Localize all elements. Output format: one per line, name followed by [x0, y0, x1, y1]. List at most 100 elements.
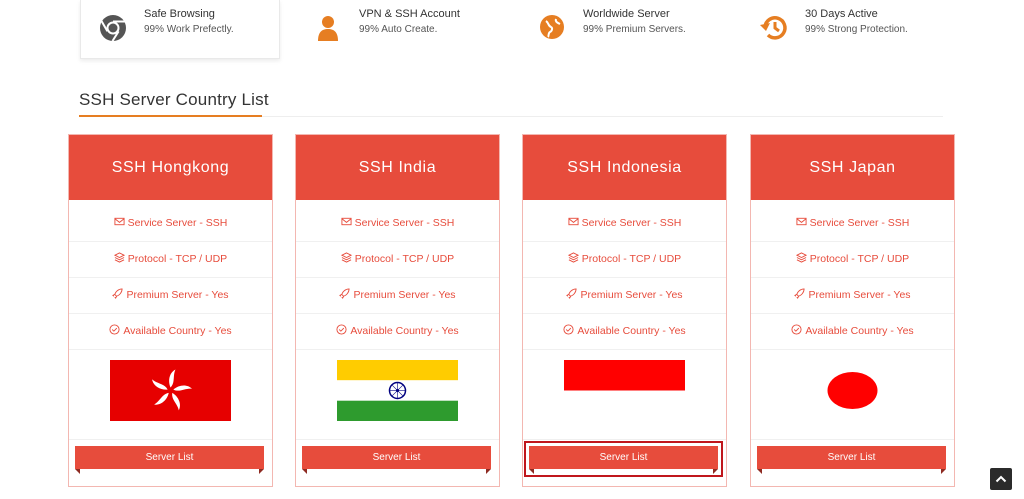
card-row-label: Service Server - SSH [127, 217, 228, 229]
feature-subtitle: 99% Work Prefectly. [144, 24, 234, 35]
layers-icon [795, 252, 807, 263]
card-row-service: Service Server - SSH [751, 206, 954, 242]
server-card-japan: SSH Japan Service Server - SSH Protocol … [750, 134, 955, 487]
rocket-icon [112, 288, 123, 299]
japan-flag-icon [792, 360, 913, 421]
envelope-icon [796, 217, 807, 226]
rocket-icon [566, 288, 577, 299]
features-strip: Safe Browsing 99% Work Prefectly. VPN & … [80, 0, 942, 59]
flag-container [296, 359, 499, 440]
card-row-label: Protocol - TCP / UDP [127, 253, 228, 265]
card-title: SSH India [358, 159, 437, 176]
card-row-service: Service Server - SSH [69, 206, 272, 242]
server-list-button-focus-outline [524, 441, 723, 477]
layers-icon [567, 252, 579, 263]
server-list-button-label: Server List [145, 452, 194, 463]
card-row-service: Service Server - SSH [296, 206, 499, 242]
india-flag-icon [337, 360, 458, 421]
card-row-label: Available Country - Yes [805, 325, 914, 337]
chrome-icon [100, 15, 126, 42]
history-icon [760, 16, 787, 40]
ribbon-fold-right [941, 469, 946, 474]
hongkong-flag-icon [110, 360, 231, 421]
card-row-premium: Premium Server - Yes [751, 278, 954, 314]
chevron-up-icon [995, 475, 1007, 483]
section-title-underline [79, 115, 262, 117]
card-row-label: Service Server - SSH [809, 217, 910, 229]
feature-subtitle: 99% Premium Servers. [583, 24, 686, 35]
feature-title: VPN & SSH Account [359, 8, 460, 20]
card-row-label: Protocol - TCP / UDP [354, 253, 455, 265]
card-row-service: Service Server - SSH [523, 206, 726, 242]
feature-vpn-ssh: VPN & SSH Account 99% Auto Create. [296, 0, 496, 58]
rocket-icon [339, 288, 350, 299]
card-row-protocol: Protocol - TCP / UDP [69, 242, 272, 278]
feature-title: Safe Browsing [144, 8, 215, 20]
feature-worldwide: Worldwide Server 99% Premium Servers. [520, 0, 720, 58]
server-card-hongkong: SSH Hongkong Service Server - SSH Protoc… [68, 134, 273, 487]
check-circle-icon [109, 324, 120, 335]
ribbon-fold-left [75, 469, 80, 474]
globe-icon [540, 15, 564, 39]
flag-container [751, 359, 954, 440]
card-row-protocol: Protocol - TCP / UDP [296, 242, 499, 278]
check-circle-icon [563, 324, 574, 335]
section-title: SSH Server Country List [79, 90, 269, 109]
card-row-label: Service Server - SSH [354, 217, 455, 229]
layers-icon [340, 252, 352, 263]
card-title: SSH Indonesia [567, 159, 682, 176]
feature-subtitle: 99% Strong Protection. [805, 24, 908, 35]
feature-30-days: 30 Days Active 99% Strong Protection. [742, 0, 942, 58]
feature-safe-browsing: Safe Browsing 99% Work Prefectly. [80, 0, 280, 59]
indonesia-flag-icon [564, 360, 685, 421]
ribbon-fold-right [259, 469, 264, 474]
feature-subtitle: 99% Auto Create. [359, 24, 438, 35]
server-list-button[interactable]: Server List [75, 446, 264, 474]
card-row-label: Premium Server - Yes [353, 289, 456, 301]
server-list-button[interactable]: Server List [302, 446, 491, 474]
envelope-icon [114, 217, 125, 226]
card-row-available: Available Country - Yes [751, 314, 954, 350]
flag-container [523, 359, 726, 440]
feature-title: Worldwide Server [583, 8, 670, 20]
server-list-button-label: Server List [827, 452, 876, 463]
card-header: SSH Indonesia [523, 135, 726, 200]
card-row-available: Available Country - Yes [69, 314, 272, 350]
card-row-label: Service Server - SSH [581, 217, 682, 229]
card-header: SSH India [296, 135, 499, 200]
card-header: SSH Japan [751, 135, 954, 200]
flag-container [69, 359, 272, 440]
card-row-available: Available Country - Yes [523, 314, 726, 350]
card-row-label: Available Country - Yes [123, 325, 232, 337]
envelope-icon [341, 217, 352, 226]
card-row-label: Premium Server - Yes [808, 289, 911, 301]
ribbon-fold-left [757, 469, 762, 474]
check-circle-icon [791, 324, 802, 335]
card-row-label: Available Country - Yes [577, 325, 686, 337]
card-row-label: Premium Server - Yes [580, 289, 683, 301]
rocket-icon [794, 288, 805, 299]
layers-icon [113, 252, 125, 263]
card-row-label: Available Country - Yes [350, 325, 459, 337]
card-row-premium: Premium Server - Yes [296, 278, 499, 314]
card-title: SSH Hongkong [111, 159, 230, 176]
ribbon-fold-left [302, 469, 307, 474]
envelope-icon [568, 217, 579, 226]
server-list-button[interactable]: Server List [757, 446, 946, 474]
card-row-label: Protocol - TCP / UDP [581, 253, 682, 265]
card-row-protocol: Protocol - TCP / UDP [523, 242, 726, 278]
card-row-label: Premium Server - Yes [126, 289, 229, 301]
scroll-to-top-button[interactable] [990, 468, 1012, 490]
card-row-protocol: Protocol - TCP / UDP [751, 242, 954, 278]
server-list-button-label: Server List [372, 452, 421, 463]
card-row-premium: Premium Server - Yes [69, 278, 272, 314]
server-card-india: SSH India Service Server - SSH Protocol … [295, 134, 500, 487]
ribbon-fold-right [486, 469, 491, 474]
card-row-available: Available Country - Yes [296, 314, 499, 350]
card-title: SSH Japan [809, 159, 896, 176]
card-row-premium: Premium Server - Yes [523, 278, 726, 314]
server-card-indonesia: SSH Indonesia Service Server - SSH Proto… [522, 134, 727, 487]
check-circle-icon [336, 324, 347, 335]
feature-title: 30 Days Active [805, 8, 878, 20]
user-icon [318, 16, 338, 41]
